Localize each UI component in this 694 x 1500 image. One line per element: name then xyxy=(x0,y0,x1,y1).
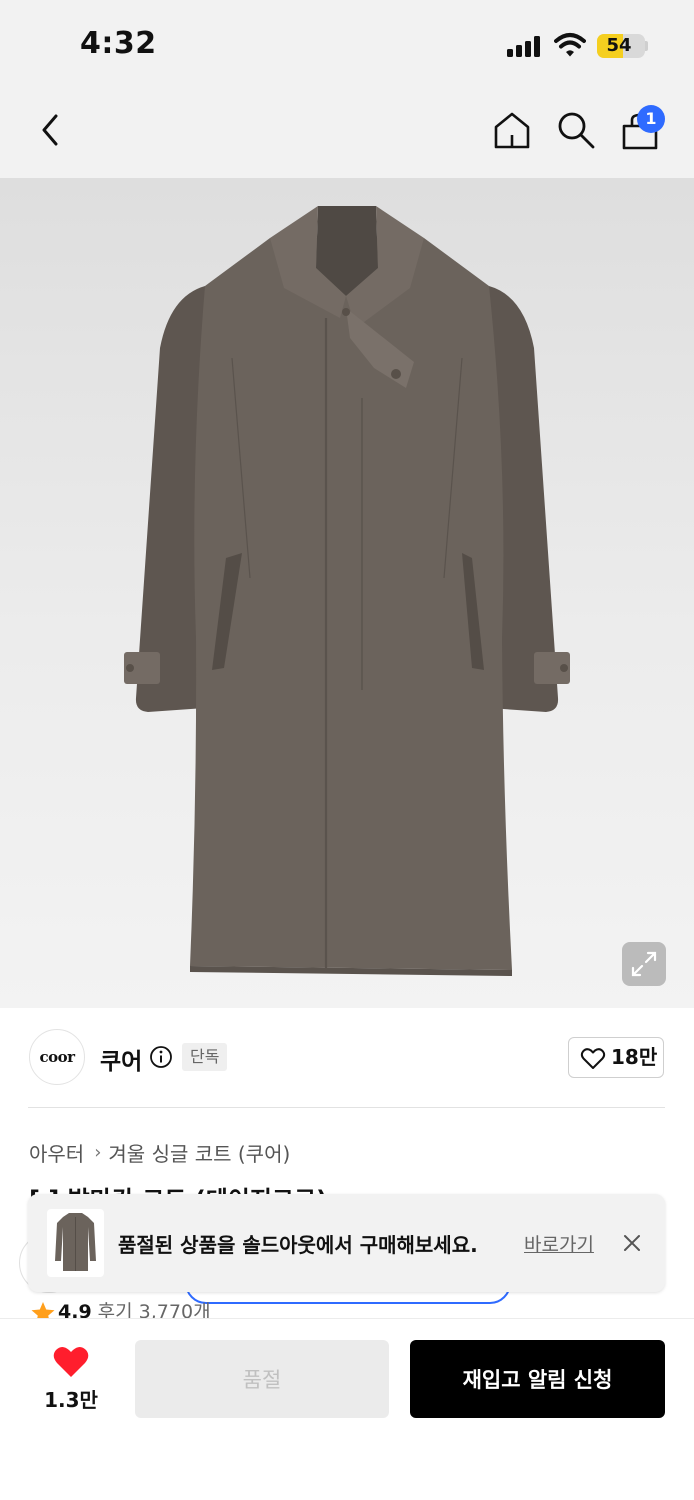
breadcrumb-subcategory[interactable]: 겨울 싱글 코트 (쿠어) xyxy=(108,1138,290,1167)
search-icon[interactable] xyxy=(556,110,596,150)
heart-outline-icon xyxy=(580,1048,606,1069)
chevron-right-icon: › xyxy=(94,1142,102,1163)
toast-thumbnail xyxy=(47,1209,104,1277)
soldout-button[interactable]: 품절 xyxy=(135,1340,389,1418)
breadcrumb: 아우터 › 겨울 싱글 코트 (쿠어) xyxy=(29,1138,290,1168)
product-image[interactable] xyxy=(0,178,694,1008)
coat-body xyxy=(190,238,512,970)
home-icon[interactable] xyxy=(492,110,532,150)
breadcrumb-category[interactable]: 아우터 xyxy=(29,1138,84,1167)
toast-message: 품절된 상품을 솔드아웃에서 구매해보세요. xyxy=(118,1233,478,1257)
heart-filled-icon[interactable] xyxy=(52,1345,90,1379)
wifi-icon xyxy=(554,33,586,57)
coat-illustration xyxy=(124,206,570,976)
soldout-toast: 품절된 상품을 솔드아웃에서 구매해보세요. 바로가기 xyxy=(28,1194,665,1292)
brand-name[interactable]: 쿠어 xyxy=(100,1042,142,1076)
close-icon[interactable] xyxy=(622,1233,642,1253)
restock-alert-button[interactable]: 재입고 알림 신청 xyxy=(410,1340,665,1418)
exclusive-badge: 단독 xyxy=(182,1043,228,1071)
cellular-signal-icon xyxy=(507,35,543,57)
toast-go-link[interactable]: 바로가기 xyxy=(524,1230,594,1257)
coat-thumbnail-icon xyxy=(55,1213,96,1271)
brand-logo[interactable]: coor xyxy=(29,1029,85,1085)
rating-row[interactable]: 4.9 후기 3,770개 xyxy=(30,1298,211,1320)
battery-percent: 54 xyxy=(606,35,632,56)
expand-icon xyxy=(631,951,657,977)
info-icon[interactable] xyxy=(149,1045,173,1069)
brand-like-count: 18만 xyxy=(611,1045,658,1069)
battery-tip xyxy=(645,41,648,51)
status-bar: 4:32 54 xyxy=(0,0,694,90)
cart-badge: 1 xyxy=(637,105,665,133)
brand-like-button[interactable]: 18만 xyxy=(568,1037,664,1078)
battery-icon: 54 xyxy=(597,34,645,58)
divider xyxy=(28,1107,665,1108)
status-time: 4:32 xyxy=(80,26,157,61)
back-icon[interactable] xyxy=(36,112,66,148)
wish-count: 1.3만 xyxy=(44,1388,98,1412)
expand-image-button[interactable] xyxy=(622,942,666,986)
